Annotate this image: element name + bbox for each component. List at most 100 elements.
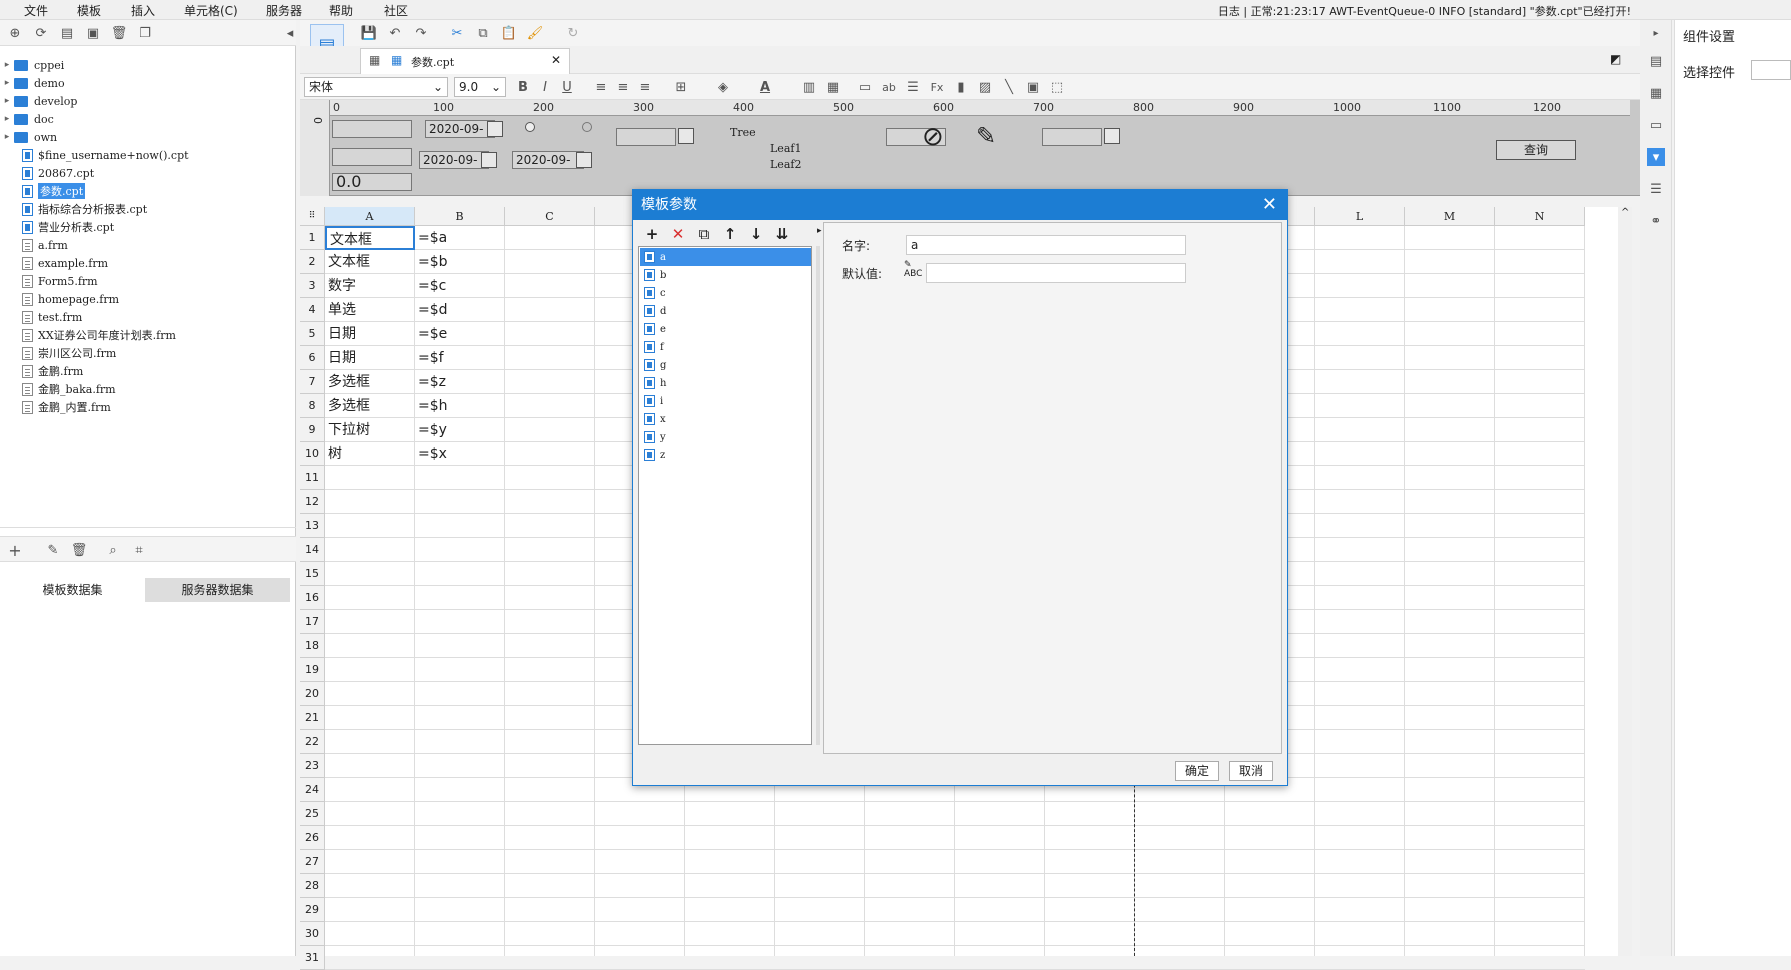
bold-icon[interactable]: B <box>514 78 532 96</box>
param-list-item[interactable]: b <box>640 266 811 284</box>
font-color-icon[interactable]: A <box>756 78 774 96</box>
widget-settings-icon[interactable]: ▾ <box>1647 148 1665 166</box>
cell-A12[interactable] <box>325 490 415 514</box>
list-splitter[interactable] <box>816 246 820 745</box>
tab-close-icon[interactable]: ✕ <box>551 53 561 67</box>
column-header[interactable]: L <box>1315 207 1405 226</box>
column-header[interactable]: N <box>1495 207 1585 226</box>
cell-B29[interactable] <box>415 898 505 922</box>
expand-arrow-icon[interactable]: ▸ <box>0 60 14 70</box>
tree-item[interactable]: example.frm <box>0 254 108 272</box>
cell-A20[interactable] <box>325 682 415 706</box>
row-header[interactable]: 18 <box>300 634 325 658</box>
dropdown-icon[interactable] <box>678 128 694 144</box>
new-file-icon[interactable]: ⊕ <box>6 24 24 42</box>
dropdown-icon[interactable] <box>1104 128 1120 144</box>
row-header[interactable]: 5 <box>300 322 325 346</box>
cell-B5[interactable]: =$e <box>415 322 505 346</box>
cell-B11[interactable] <box>415 466 505 490</box>
collapse-icon[interactable]: ◂ <box>285 24 295 42</box>
cell-A24[interactable] <box>325 778 415 802</box>
calendar-icon[interactable] <box>487 121 503 137</box>
cell-B2[interactable]: =$b <box>415 250 505 274</box>
tree-item[interactable]: homepage.frm <box>0 290 119 308</box>
cell-B8[interactable]: =$h <box>415 394 505 418</box>
tab-param-cpt[interactable]: ▦ ▦ 参数.cpt ✕ <box>360 48 570 74</box>
param-list-item[interactable]: e <box>640 320 811 338</box>
chart-icon[interactable]: ▮ <box>952 78 970 96</box>
filter-icon[interactable]: ⌗ <box>130 541 148 559</box>
tree-item[interactable]: 参数.cpt <box>0 182 86 200</box>
move-up-icon[interactable]: ↑ <box>719 224 741 244</box>
row-header[interactable]: 8 <box>300 394 325 418</box>
expand-arrow-icon[interactable]: ▸ <box>0 114 14 124</box>
cell-B6[interactable]: =$f <box>415 346 505 370</box>
cut-icon[interactable]: ✂ <box>448 24 466 42</box>
column-header[interactable]: B <box>415 207 505 226</box>
row-header[interactable]: 27 <box>300 850 325 874</box>
menu-insert[interactable]: 插入 <box>131 2 155 19</box>
calendar-icon[interactable] <box>481 152 497 168</box>
param-list-item[interactable]: z <box>640 446 811 464</box>
italic-icon[interactable]: I <box>536 78 554 96</box>
row-header[interactable]: 15 <box>300 562 325 586</box>
copy-icon[interactable]: ❐ <box>136 24 154 42</box>
row-header[interactable]: 9 <box>300 418 325 442</box>
cell-B15[interactable] <box>415 562 505 586</box>
cell-A14[interactable] <box>325 538 415 562</box>
param-dropdown[interactable] <box>616 128 676 146</box>
cell-A28[interactable] <box>325 874 415 898</box>
select-widget-input[interactable] <box>1751 60 1791 80</box>
row-header[interactable]: 14 <box>300 538 325 562</box>
row-header[interactable]: 19 <box>300 658 325 682</box>
edit-icon[interactable]: ✎ <box>44 541 62 559</box>
tab-server-dataset[interactable]: 服务器数据集 <box>145 578 290 602</box>
cell-B22[interactable] <box>415 730 505 754</box>
tree-item[interactable]: 金鹏_内置.frm <box>0 398 111 416</box>
cell-element-icon[interactable]: ▦ <box>1647 84 1665 102</box>
value-type-icon[interactable]: ✎ ABC <box>904 261 922 279</box>
tree-item[interactable]: a.frm <box>0 236 68 254</box>
slash-icon[interactable]: ╲ <box>1000 78 1018 96</box>
redo-icon[interactable]: ↷ <box>412 24 430 42</box>
cell-B10[interactable]: =$x <box>415 442 505 466</box>
tree-leaf2[interactable]: Leaf2 <box>770 158 801 171</box>
param-list-item[interactable]: a <box>640 248 811 266</box>
cell-B19[interactable] <box>415 658 505 682</box>
row-header[interactable]: 22 <box>300 730 325 754</box>
cell-A21[interactable] <box>325 706 415 730</box>
cell-B24[interactable] <box>415 778 505 802</box>
cell-A10[interactable]: 树 <box>325 442 415 466</box>
row-header[interactable]: 26 <box>300 826 325 850</box>
font-size-select[interactable]: 9.0 ⌄ <box>454 77 506 97</box>
param-date-1[interactable]: 2020-09- <box>425 120 495 138</box>
sort-icon[interactable]: ⇊ <box>771 224 793 244</box>
tab-template-dataset[interactable]: 模板数据集 <box>0 578 145 602</box>
row-header[interactable]: 20 <box>300 682 325 706</box>
cell-B25[interactable] <box>415 802 505 826</box>
row-header[interactable]: 25 <box>300 802 325 826</box>
row-header[interactable]: 17 <box>300 610 325 634</box>
cell-B1[interactable]: =$a <box>415 226 505 250</box>
calendar-icon[interactable] <box>576 152 592 168</box>
cell-B3[interactable]: =$c <box>415 274 505 298</box>
cell-A19[interactable] <box>325 658 415 682</box>
float-element-icon[interactable]: ▭ <box>1647 116 1665 134</box>
subreport-icon[interactable]: ▣ <box>1024 78 1042 96</box>
row-header[interactable]: 29 <box>300 898 325 922</box>
row-header[interactable]: 31 <box>300 946 325 970</box>
cell-B26[interactable] <box>415 826 505 850</box>
tree-item[interactable]: XX证券公司年度计划表.frm <box>0 326 176 344</box>
cell-B4[interactable]: =$d <box>415 298 505 322</box>
tree-item[interactable]: Form5.frm <box>0 272 98 290</box>
row-header[interactable]: 28 <box>300 874 325 898</box>
tree-item[interactable]: 营业分析表.cpt <box>0 218 114 236</box>
tree-root[interactable]: Tree <box>730 126 756 139</box>
move-down-icon[interactable]: ↓ <box>745 224 767 244</box>
tree-item[interactable]: ▸ doc <box>0 110 54 128</box>
cell-B16[interactable] <box>415 586 505 610</box>
column-header[interactable]: M <box>1405 207 1495 226</box>
cell-A8[interactable]: 多选框 <box>325 394 415 418</box>
row-header[interactable]: 16 <box>300 586 325 610</box>
tree-item[interactable]: 崇川区公司.frm <box>0 344 116 362</box>
